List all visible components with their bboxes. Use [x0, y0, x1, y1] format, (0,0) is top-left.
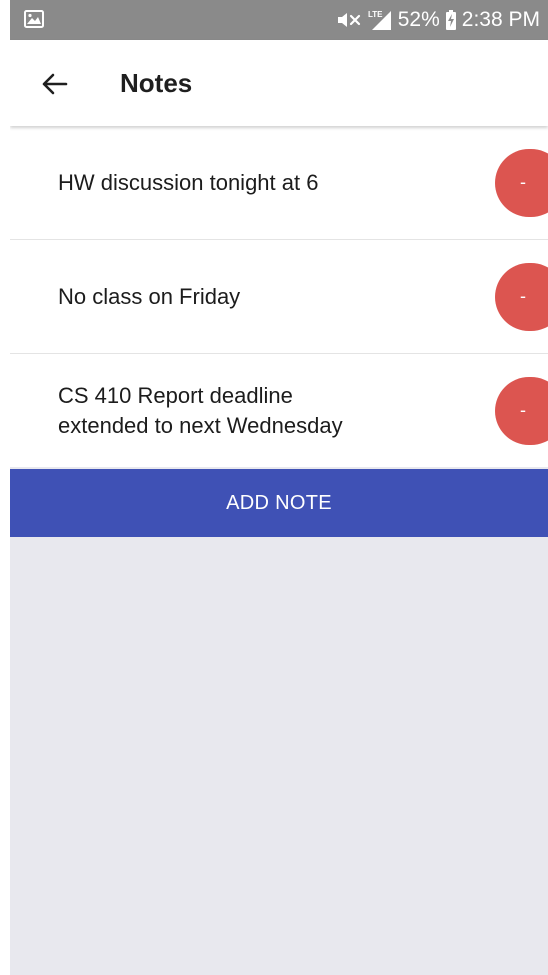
note-item: HW discussion tonight at 6 -	[10, 126, 548, 240]
status-right-group: LTE 52% 2:38 PM	[336, 8, 540, 32]
note-item: No class on Friday -	[10, 240, 548, 354]
notes-list: HW discussion tonight at 6 - No class on…	[10, 126, 548, 467]
note-text: HW discussion tonight at 6	[58, 169, 319, 195]
battery-percent: 52%	[397, 8, 440, 31]
status-time: 2:38 PM	[461, 8, 540, 31]
remove-note-button[interactable]: -	[495, 148, 548, 217]
note-text: CS 410 Report deadline extended to next …	[58, 382, 343, 438]
lte-signal-icon: LTE	[367, 9, 393, 31]
note-item: CS 410 Report deadline extended to next …	[10, 354, 548, 467]
battery-charging-icon	[445, 10, 457, 30]
add-note-button[interactable]: ADD NOTE	[10, 469, 548, 537]
remove-note-button[interactable]: -	[495, 376, 548, 445]
status-bar: LTE 52% 2:38 PM	[10, 0, 548, 40]
image-icon	[24, 10, 44, 28]
app-screen: LTE 52% 2:38 PM Notes HW discussion toni…	[10, 0, 548, 975]
page-title: Notes	[120, 68, 193, 98]
mute-icon	[336, 10, 362, 30]
toolbar: Notes	[10, 40, 548, 126]
svg-text:LTE: LTE	[368, 10, 383, 19]
note-text: No class on Friday	[58, 283, 241, 309]
arrow-left-icon	[42, 73, 68, 95]
back-button[interactable]	[34, 64, 74, 104]
remove-note-button[interactable]: -	[495, 262, 548, 331]
